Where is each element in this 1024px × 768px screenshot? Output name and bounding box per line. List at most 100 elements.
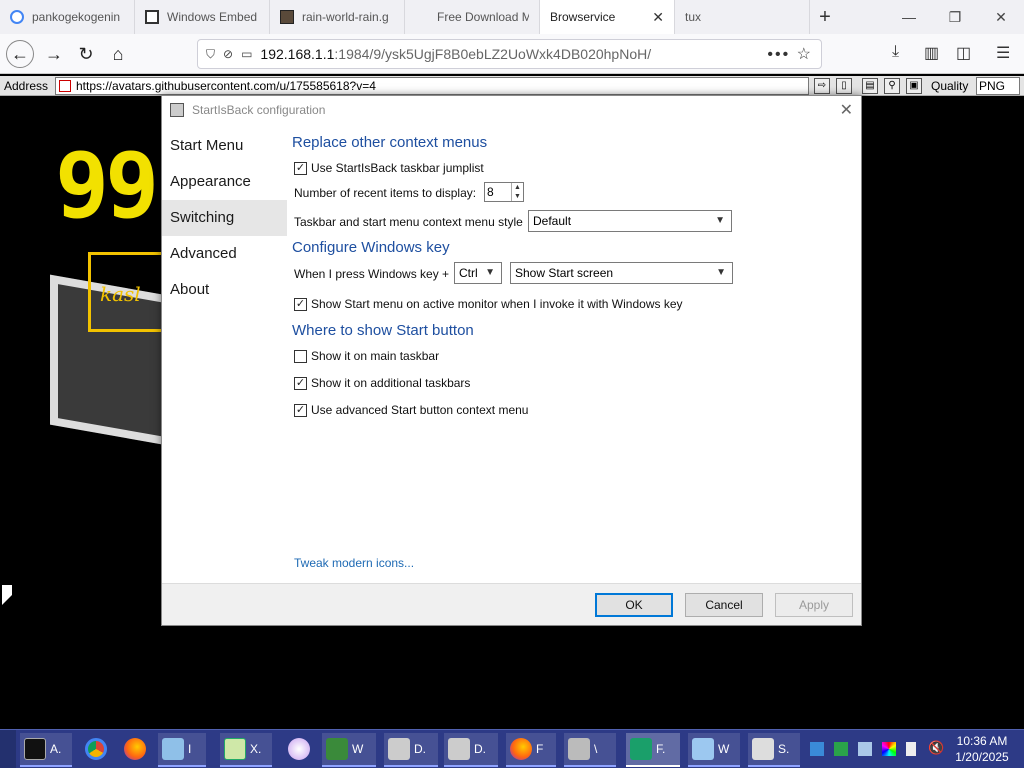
download-icon[interactable]: ⤓: [892, 43, 899, 61]
chrome-icon[interactable]: [85, 738, 107, 760]
new-tab-button[interactable]: +: [810, 0, 840, 34]
tray-color-icon[interactable]: [882, 742, 896, 756]
shield-icon[interactable]: ⛉: [206, 47, 215, 62]
recent-items-value[interactable]: 8: [485, 183, 511, 201]
url-host: 192.168.1.1: [260, 46, 335, 62]
start-button[interactable]: [0, 730, 16, 768]
insecure-lock-icon[interactable]: ⊘: [223, 47, 233, 61]
tab-free-download[interactable]: Free Download M: [405, 0, 540, 34]
ok-button[interactable]: OK: [595, 593, 673, 617]
tab-browservice[interactable]: Browservice ✕: [540, 0, 675, 34]
nav-start-menu[interactable]: Start Menu: [162, 128, 287, 164]
go-icon[interactable]: ⇨: [814, 78, 830, 94]
page-actions-icon[interactable]: •••: [767, 46, 790, 63]
tray-display-icon[interactable]: [858, 742, 872, 756]
tab-label: Windows Embed: [167, 10, 258, 24]
checkbox-checked-icon[interactable]: ✓: [294, 403, 307, 417]
option-label: Show it on main taskbar: [311, 349, 440, 363]
taskbar-item-spreadsheet[interactable]: X.: [220, 733, 272, 767]
quality-select[interactable]: PNG: [976, 77, 1020, 95]
tab-tux[interactable]: tux: [675, 0, 810, 34]
home-icon[interactable]: ⌂: [104, 40, 132, 68]
forward-icon[interactable]: →: [40, 40, 68, 68]
taskbar-item-label: W: [718, 742, 730, 756]
recent-items-spinner[interactable]: 8 ▲ ▼: [484, 182, 524, 202]
dialog-footer: OK Cancel Apply: [162, 583, 861, 625]
taskbar-item-doc[interactable]: W: [688, 733, 740, 767]
nav-about[interactable]: About: [162, 272, 287, 308]
taskbar-item-network[interactable]: \: [564, 733, 616, 767]
save-icon[interactable]: ▤: [862, 78, 878, 94]
mouse-cursor-icon: [2, 585, 12, 605]
taskbar-item-drive-2[interactable]: D.: [444, 733, 498, 767]
taskbar-item-firefox[interactable]: F: [506, 733, 556, 767]
cancel-button[interactable]: Cancel: [685, 593, 763, 617]
nav-advanced[interactable]: Advanced: [162, 236, 287, 272]
checkbox-unchecked-icon[interactable]: [294, 349, 307, 363]
checkbox-checked-icon[interactable]: ✓: [294, 297, 307, 311]
address-field[interactable]: https://avatars.githubusercontent.com/u/…: [55, 77, 809, 95]
taskbar-item-label: F.: [656, 742, 666, 756]
bookmark-icon[interactable]: ▯: [836, 78, 852, 94]
find-icon[interactable]: ⚲: [884, 78, 900, 94]
win-key-action-select[interactable]: Show Start screen ▼: [510, 262, 733, 284]
taskbar-item-app-f[interactable]: F.: [626, 733, 680, 767]
firefox-icon[interactable]: [124, 738, 146, 760]
tray-app-icon[interactable]: [834, 742, 848, 756]
tweak-modern-icons-link[interactable]: Tweak modern icons...: [294, 556, 414, 570]
close-window-icon[interactable]: ✕: [978, 0, 1024, 34]
context-style-value: Default: [533, 214, 572, 228]
menu-icon[interactable]: ☰: [996, 43, 1010, 63]
reload-icon[interactable]: ↻: [72, 40, 100, 68]
taskbar-item-label: I: [188, 742, 192, 756]
option-use-jumplist[interactable]: ✓ Use StartIsBack taskbar jumplist: [294, 161, 484, 175]
checkbox-checked-icon[interactable]: ✓: [294, 161, 307, 175]
checkbox-checked-icon[interactable]: ✓: [294, 376, 307, 390]
taskbar-item-terminal[interactable]: A.: [20, 733, 72, 767]
bookmark-star-icon[interactable]: ☆: [797, 46, 813, 63]
win-key-modifier-select[interactable]: Ctrl ▼: [454, 262, 502, 284]
paint-icon[interactable]: [288, 738, 310, 760]
spinner-arrows-icon[interactable]: ▲ ▼: [511, 183, 523, 201]
tab-pankogekogenin[interactable]: pankogekogenin: [0, 0, 135, 34]
url-actions: ••• ☆: [767, 44, 813, 64]
back-icon[interactable]: ←: [6, 40, 34, 68]
close-tab-icon[interactable]: ✕: [652, 9, 664, 26]
context-style-select[interactable]: Default ▼: [528, 210, 732, 232]
sidebar-icon[interactable]: ◫: [956, 43, 971, 63]
dialog-content: Replace other context menus ✓ Use StartI…: [292, 124, 852, 584]
taskbar-item-drive-1[interactable]: D.: [384, 733, 438, 767]
apply-button[interactable]: Apply: [775, 593, 853, 617]
taskbar-item-server[interactable]: S.: [748, 733, 800, 767]
taskbar-clock[interactable]: 10:36 AM 1/20/2025: [950, 733, 1014, 765]
clipboard-icon[interactable]: ▣: [906, 78, 922, 94]
url-bar[interactable]: ⛉ ⊘ ▭ 192.168.1.1 :1984/9/ysk5UgjF8B0ebL…: [197, 39, 822, 69]
page-icon[interactable]: ▭: [241, 47, 252, 61]
taskbar-item-window[interactable]: W: [322, 733, 376, 767]
option-main-taskbar[interactable]: Show it on main taskbar: [294, 349, 439, 363]
address-toolbar: Address https://avatars.githubuserconten…: [0, 76, 1024, 96]
option-active-monitor[interactable]: ✓ Show Start menu on active monitor when…: [294, 297, 683, 311]
tray-network-icon[interactable]: [810, 742, 824, 756]
tab-windows-embed[interactable]: Windows Embed: [135, 0, 270, 34]
option-advanced-context[interactable]: ✓ Use advanced Start button context menu: [294, 403, 528, 417]
option-additional-taskbars[interactable]: ✓ Show it on additional taskbars: [294, 376, 470, 390]
drive-icon: [388, 738, 410, 760]
speaker-muted-icon[interactable]: 🔇: [928, 740, 944, 755]
navigation-bar: ← → ↻ ⌂ ⛉ ⊘ ▭ 192.168.1.1 :1984/9/ysk5Ug…: [0, 34, 1024, 74]
win-key-action-value: Show Start screen: [515, 266, 614, 280]
dialog-nav: Start Menu Appearance Switching Advanced…: [162, 124, 287, 584]
taskbar-item-notepad[interactable]: I: [158, 733, 206, 767]
nav-appearance[interactable]: Appearance: [162, 164, 287, 200]
close-dialog-icon[interactable]: ✕: [840, 100, 853, 120]
nav-switching[interactable]: Switching: [162, 200, 287, 236]
tab-rain-world[interactable]: rain-world-rain.g: [270, 0, 405, 34]
tray-usb-icon[interactable]: [906, 742, 916, 756]
quality-label: Quality: [931, 79, 969, 93]
spreadsheet-icon: [224, 738, 246, 760]
address-url: https://avatars.githubusercontent.com/u/…: [76, 79, 376, 93]
restore-icon[interactable]: ❐: [932, 0, 978, 34]
library-icon[interactable]: ▥: [924, 43, 939, 63]
minimize-icon[interactable]: —: [886, 0, 932, 34]
taskbar-item-label: D.: [474, 742, 486, 756]
